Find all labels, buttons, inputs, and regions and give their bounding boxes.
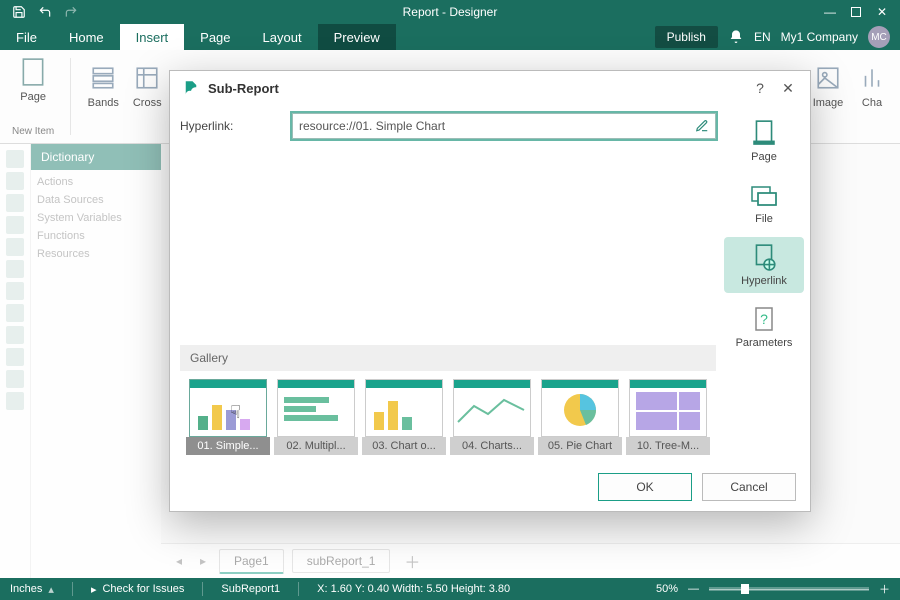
menu-home[interactable]: Home: [53, 24, 120, 50]
gallery-item-5-label: 05. Pie Chart: [538, 437, 622, 455]
file-icon: [749, 181, 779, 209]
ribbon-image-label: Image: [813, 97, 844, 109]
zoom-in[interactable]: ＋: [879, 581, 890, 597]
gallery-item-4-label: 04. Charts...: [450, 437, 534, 455]
status-units[interactable]: Inches ▴: [10, 583, 54, 596]
ribbon-image[interactable]: Image: [812, 62, 844, 109]
gallery-item-5[interactable]: 05. Pie Chart: [540, 379, 620, 455]
gallery-item-3-label: 03. Chart o...: [362, 437, 446, 455]
ribbon-cross[interactable]: Cross: [131, 62, 163, 109]
ribbon-cross-label: Cross: [133, 97, 162, 109]
svg-text:?: ?: [760, 311, 768, 327]
zoom-slider[interactable]: [709, 587, 869, 591]
chart-icon: [856, 62, 888, 94]
image-icon: [812, 62, 844, 94]
zoom-out[interactable]: —: [688, 583, 699, 595]
status-bar: Inches ▴ ▸ Check for Issues SubReport1 X…: [0, 578, 900, 600]
ribbon-page[interactable]: Page: [17, 56, 49, 103]
subreport-dialog: Sub-Report ? ✕ Hyperlink: Gallery ☟ 01. …: [169, 70, 811, 512]
redo-icon[interactable]: [60, 1, 82, 23]
side-hyperlink-label: Hyperlink: [741, 275, 787, 287]
dialog-side-panel: Page File Hyperlink ? Parameters: [724, 109, 804, 463]
side-parameters[interactable]: ? Parameters: [724, 299, 804, 355]
menu-bar: File Home Insert Page Layout Preview Pub…: [0, 24, 900, 50]
menu-preview[interactable]: Preview: [318, 24, 396, 50]
window-title: Report - Designer: [403, 5, 498, 19]
side-file[interactable]: File: [724, 175, 804, 231]
gallery-header: Gallery: [180, 345, 716, 371]
status-coords: X: 1.60 Y: 0.40 Width: 5.50 Height: 3.80: [317, 583, 510, 595]
undo-icon[interactable]: [34, 1, 56, 23]
menu-file[interactable]: File: [0, 24, 53, 50]
page-icon: [749, 119, 779, 147]
bands-icon: [87, 62, 119, 94]
parameters-icon: ?: [749, 305, 779, 333]
menu-layout[interactable]: Layout: [247, 24, 318, 50]
status-check[interactable]: ▸ Check for Issues: [91, 583, 184, 596]
menu-insert[interactable]: Insert: [120, 24, 185, 50]
bell-icon[interactable]: [728, 29, 744, 45]
page-icon: [17, 56, 49, 88]
side-parameters-label: Parameters: [736, 337, 793, 349]
gallery-item-3[interactable]: 03. Chart o...: [364, 379, 444, 455]
gallery-item-6-label: 10. Tree-M...: [626, 437, 710, 455]
avatar[interactable]: MC: [868, 26, 890, 48]
status-check-label: Check for Issues: [102, 583, 184, 595]
gallery-item-2[interactable]: 02. Multipl...: [276, 379, 356, 455]
gallery-item-2-label: 02. Multipl...: [274, 437, 358, 455]
hyperlink-input[interactable]: [292, 113, 716, 139]
maximize-button[interactable]: [844, 0, 868, 24]
menu-page[interactable]: Page: [184, 24, 246, 50]
gallery-item-1-label: 01. Simple...: [186, 437, 270, 455]
company-label[interactable]: My1 Company: [781, 30, 858, 44]
dialog-help-button[interactable]: ?: [750, 80, 770, 96]
side-page-label: Page: [751, 151, 777, 163]
ribbon-chart[interactable]: Cha: [856, 62, 888, 109]
gallery: ☟ 01. Simple... 02. Multipl... 03. Chart…: [180, 371, 716, 463]
hyperlink-label: Hyperlink:: [180, 119, 280, 133]
gallery-item-4[interactable]: 04. Charts...: [452, 379, 532, 455]
ribbon-chart-label: Cha: [862, 97, 882, 109]
language-label[interactable]: EN: [754, 30, 771, 44]
dialog-logo-icon: [182, 79, 200, 97]
title-bar: Report - Designer — ✕: [0, 0, 900, 24]
ribbon-bands[interactable]: Bands: [87, 62, 119, 109]
ribbon-page-label: Page: [20, 91, 46, 103]
publish-button[interactable]: Publish: [655, 26, 718, 48]
gallery-item-6[interactable]: 10. Tree-M...: [628, 379, 708, 455]
ok-button[interactable]: OK: [598, 473, 692, 501]
edit-icon[interactable]: [692, 116, 712, 136]
cursor-icon: ☟: [230, 402, 241, 423]
side-page[interactable]: Page: [724, 113, 804, 169]
dialog-close-button[interactable]: ✕: [778, 80, 798, 97]
cross-icon: [131, 62, 163, 94]
save-icon[interactable]: [8, 1, 30, 23]
gallery-item-1[interactable]: ☟ 01. Simple...: [188, 379, 268, 455]
hyperlink-icon: [749, 243, 779, 271]
status-units-label: Inches: [10, 583, 42, 595]
ribbon-bands-label: Bands: [88, 97, 119, 109]
minimize-button[interactable]: —: [818, 0, 842, 24]
zoom-value: 50%: [656, 583, 678, 595]
side-hyperlink[interactable]: Hyperlink: [724, 237, 804, 293]
close-button[interactable]: ✕: [870, 0, 894, 24]
status-object: SubReport1: [221, 583, 280, 595]
dialog-title: Sub-Report: [208, 81, 279, 96]
side-file-label: File: [755, 213, 773, 225]
ribbon-group-newitem: New Item: [12, 126, 54, 137]
cancel-button[interactable]: Cancel: [702, 473, 796, 501]
